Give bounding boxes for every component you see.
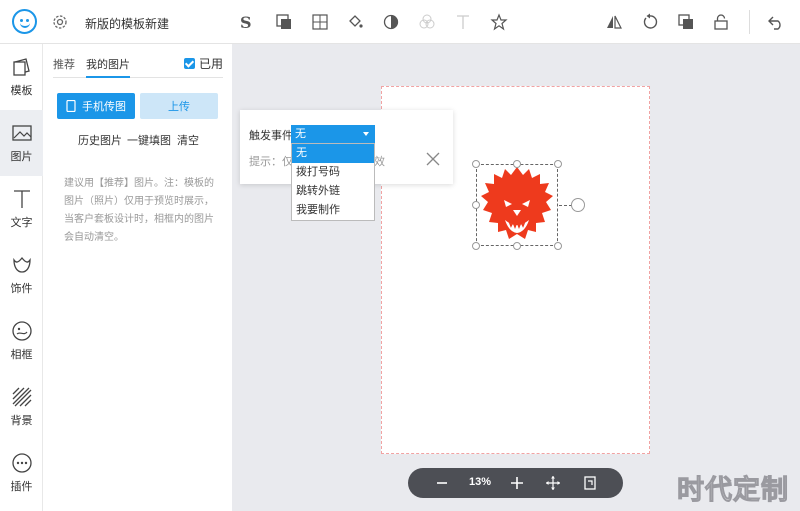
table-grid-icon[interactable] [310, 12, 330, 32]
option-none[interactable]: 无 [292, 144, 374, 163]
trigger-event-tip: 提示：仅 [249, 156, 293, 168]
background-icon [12, 387, 31, 407]
fill-bucket-icon[interactable] [345, 12, 365, 32]
text-t-icon[interactable] [453, 12, 473, 32]
document-title[interactable]: 新版的模板新建 [85, 15, 169, 32]
option-make-my-own[interactable]: 我要制作 [292, 201, 374, 220]
rail-item-background[interactable]: 背景 [0, 374, 43, 440]
option-external-link[interactable]: 跳转外链 [292, 182, 374, 201]
phone-upload-button[interactable]: 手机传图 [57, 93, 135, 119]
toolbar-divider [749, 10, 750, 34]
top-toolbar: 新版的模板新建 S [0, 0, 800, 44]
chevron-down-icon [363, 132, 369, 136]
trigger-event-tip-tail: 效 [374, 156, 385, 168]
zoom-bar: 13% [408, 468, 623, 498]
image-panel: 推荐 我的图片 已用 手机传图 上传 历史图片 一键填图 清空 建议用【推荐】图… [43, 44, 232, 511]
usage-hint: 建议用【推荐】图片。注：模板的图片（照片）仅用于预览时展示，当客户套板设计时，相… [64, 178, 214, 243]
resize-handle-left[interactable] [472, 201, 480, 209]
move-arrows-icon[interactable] [545, 475, 561, 491]
clear-link[interactable]: 清空 [177, 132, 199, 148]
image-icon [11, 125, 32, 141]
zoom-level: 13% [468, 476, 492, 488]
zoom-out-icon[interactable] [434, 475, 450, 491]
tab-recommended[interactable]: 推荐 [53, 56, 75, 78]
left-rail: 模板 图片 文字 饰件 相框 背景 插件 [0, 44, 43, 511]
lock-icon[interactable] [711, 12, 731, 32]
plugin-icon [11, 453, 32, 473]
resize-handle-top[interactable] [513, 160, 521, 168]
frame-icon [11, 321, 32, 341]
resize-handle-bottom[interactable] [513, 242, 521, 250]
resize-handle-top-left[interactable] [472, 160, 480, 168]
ornament-icon [12, 256, 31, 273]
layer-order-icon[interactable] [676, 12, 696, 32]
rail-item-frame[interactable]: 相框 [0, 308, 43, 374]
svg-text:S: S [240, 13, 252, 31]
upload-button[interactable]: 上传 [140, 93, 218, 119]
rotate-icon[interactable] [640, 12, 660, 32]
text-icon [13, 190, 30, 208]
blend-circles-icon[interactable] [417, 12, 437, 32]
flip-icon[interactable] [604, 12, 624, 32]
option-call-number[interactable]: 拨打号码 [292, 163, 374, 182]
template-icon [12, 58, 30, 76]
rail-item-ornament[interactable]: 饰件 [0, 242, 43, 308]
trigger-event-select[interactable]: 无 [291, 125, 375, 143]
resize-handle-bottom-left[interactable] [472, 242, 480, 250]
tab-my-images[interactable]: 我的图片 [86, 56, 130, 78]
rail-item-image[interactable]: 图片 [0, 110, 43, 176]
image-tabs: 推荐 我的图片 已用 [53, 56, 223, 78]
phone-icon [66, 100, 76, 112]
history-images-link[interactable]: 历史图片 [78, 132, 122, 148]
logo-icon [12, 9, 37, 34]
resize-handle-top-right[interactable] [554, 160, 562, 168]
trigger-event-label: 触发事件 [249, 130, 293, 142]
used-checkbox[interactable]: 已用 [183, 55, 223, 72]
resize-handle-bottom-right[interactable] [554, 242, 562, 250]
checkbox-checked-icon [183, 58, 195, 69]
style-s-icon[interactable]: S [237, 12, 257, 32]
contrast-icon[interactable] [381, 12, 401, 32]
undo-icon[interactable] [766, 12, 786, 32]
settings-gear-icon[interactable] [51, 13, 69, 31]
close-icon[interactable] [424, 150, 442, 168]
effects-star-icon[interactable] [489, 12, 509, 32]
trigger-event-dropdown: 无 拨打号码 跳转外链 我要制作 [291, 143, 375, 221]
zoom-in-icon[interactable] [509, 475, 525, 491]
watermark-text: 时代定制 [677, 475, 789, 506]
selection-box[interactable] [476, 164, 558, 246]
rail-item-plugin[interactable]: 插件 [0, 440, 43, 506]
auto-fill-link[interactable]: 一键填图 [127, 132, 171, 148]
fit-page-icon[interactable] [582, 475, 598, 491]
rail-item-text[interactable]: 文字 [0, 176, 43, 242]
rail-item-template[interactable]: 模板 [0, 44, 43, 110]
crop-image-icon[interactable] [274, 12, 294, 32]
rotate-handle[interactable] [571, 198, 585, 212]
